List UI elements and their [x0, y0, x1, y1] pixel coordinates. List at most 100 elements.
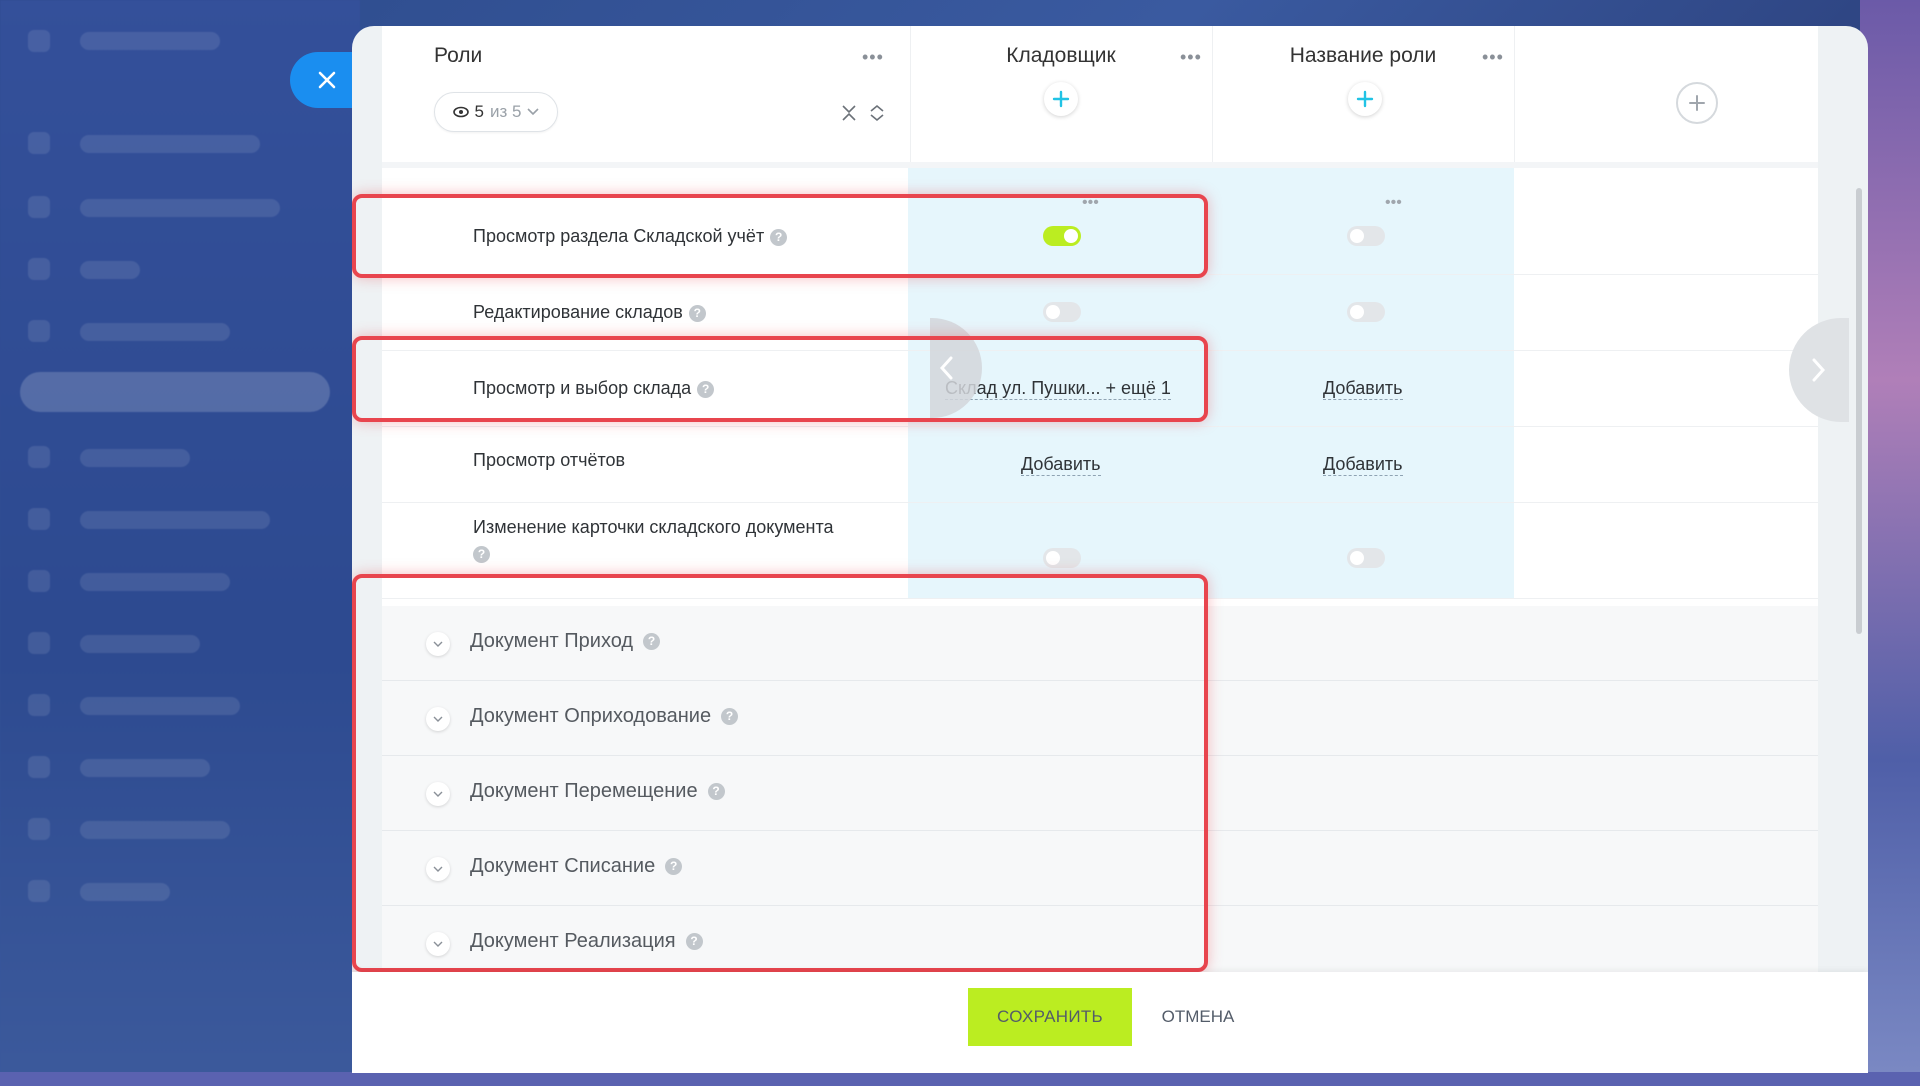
add-link[interactable]: Добавить [1323, 453, 1403, 476]
chevron-down-icon[interactable] [426, 857, 450, 881]
blurred-icon [28, 508, 50, 530]
role-column-header: Кладовщик ••• [910, 26, 1212, 162]
add-link[interactable]: Добавить [1021, 453, 1101, 476]
question-icon[interactable]: ? [697, 380, 715, 398]
question-icon[interactable]: ? [721, 708, 739, 726]
permission-toggle[interactable] [1043, 302, 1081, 322]
chevron-down-icon[interactable] [426, 632, 450, 656]
question-icon[interactable]: ? [688, 304, 706, 322]
permission-toggle[interactable] [1347, 226, 1385, 246]
plus-icon [1689, 95, 1705, 111]
permissions-table: Роли ••• 5 из 5 Кладовщик ••• Название р… [352, 26, 1849, 1073]
section-header[interactable]: Документ Списание? [382, 831, 1818, 906]
section-title: Документ Оприходование? [470, 705, 739, 728]
permission-label-text: Изменение карточки складского документа [473, 517, 834, 537]
chevron-down-icon[interactable] [426, 932, 450, 956]
add-link[interactable]: Добавить [1323, 377, 1403, 400]
permission-row: Изменение карточки складского документа? [382, 502, 1818, 599]
section-title-text: Документ Приход [470, 630, 634, 652]
blurred-text [80, 821, 230, 839]
column-divider [1514, 26, 1515, 162]
visible-roles-filter[interactable]: 5 из 5 [434, 92, 558, 132]
chevron-right-icon [1812, 358, 1826, 382]
section-title: Документ Приход? [470, 630, 661, 653]
blurred-text [80, 635, 200, 653]
blurred-icon [28, 880, 50, 902]
role-name: Кладовщик [1006, 44, 1116, 67]
permission-toggle[interactable] [1043, 226, 1081, 246]
blurred-icon [28, 632, 50, 654]
blurred-icon [28, 818, 50, 840]
permission-label: Редактирование складов? [473, 302, 706, 323]
role-column-header: Название роли ••• [1212, 26, 1514, 162]
add-role-button[interactable] [1676, 82, 1718, 124]
section-header[interactable]: Документ Реализация? [382, 906, 1818, 981]
cancel-button[interactable]: ОТМЕНА [1146, 988, 1250, 1046]
blurred-text [80, 449, 190, 467]
visible-of: из 5 [490, 102, 522, 121]
more-dots-icon[interactable]: ••• [1180, 48, 1202, 66]
permission-toggle[interactable] [1043, 548, 1081, 568]
plus-icon [1052, 90, 1070, 108]
section-header[interactable]: Документ Оприходование? [382, 681, 1818, 756]
question-icon[interactable]: ? [707, 783, 725, 801]
expand-icon[interactable] [868, 104, 886, 122]
section-title: Документ Списание? [470, 855, 683, 878]
chevron-down-icon[interactable] [426, 707, 450, 731]
permission-label-text: Просмотр и выбор склада [473, 378, 692, 398]
close-icon [318, 71, 336, 89]
blurred-active-item [20, 372, 330, 412]
collapse-icon[interactable] [840, 104, 858, 122]
blurred-text [80, 261, 140, 279]
permission-label: Просмотр раздела Складской учёт? [473, 226, 788, 247]
permission-label: Изменение карточки складского документа? [473, 514, 893, 566]
save-button[interactable]: СОХРАНИТЬ [968, 988, 1132, 1046]
close-button[interactable] [290, 52, 360, 108]
question-icon[interactable]: ? [643, 633, 661, 651]
table-header: Роли ••• 5 из 5 Кладовщик ••• Название р… [382, 26, 1818, 162]
question-icon[interactable]: ? [685, 933, 703, 951]
section-header[interactable]: Документ Перемещение? [382, 756, 1818, 831]
blurred-icon [28, 196, 50, 218]
blurred-icon [28, 320, 50, 342]
permission-row: Просмотр раздела Складской учёт? [382, 198, 1818, 275]
footer-bar: СОХРАНИТЬ ОТМЕНА [352, 972, 1868, 1073]
section-title-text: Документ Списание [470, 855, 656, 877]
permission-label: Просмотр отчётов [473, 450, 625, 471]
section-header[interactable]: Документ Приход? [382, 606, 1818, 681]
blurred-icon [28, 258, 50, 280]
visible-count: 5 [474, 102, 484, 121]
question-icon[interactable]: ? [473, 545, 490, 563]
more-dots-icon[interactable]: ••• [1482, 48, 1504, 66]
section-title-text: Документ Перемещение [470, 780, 698, 802]
question-icon[interactable]: ? [770, 228, 788, 246]
section-title: Документ Перемещение? [470, 780, 725, 803]
permission-row: Редактирование складов? [382, 274, 1818, 351]
chevron-down-icon[interactable] [426, 782, 450, 806]
blurred-text [80, 511, 270, 529]
permission-row: Просмотр отчётов Добавить Добавить [382, 426, 1818, 503]
vertical-scrollbar[interactable] [1856, 188, 1862, 634]
role-name: Название роли [1289, 44, 1437, 67]
blurred-text [80, 135, 260, 153]
blurred-text [80, 573, 230, 591]
question-icon[interactable]: ? [665, 858, 683, 876]
blurred-text [80, 759, 210, 777]
blurred-icon [28, 756, 50, 778]
chevron-down-icon [527, 108, 540, 116]
blurred-text [80, 323, 230, 341]
blurred-icon [28, 694, 50, 716]
chevron-left-icon [939, 356, 953, 380]
add-permission-button[interactable] [1044, 82, 1078, 116]
permission-toggle[interactable] [1347, 302, 1385, 322]
permission-label: Просмотр и выбор склада? [473, 378, 715, 399]
blurred-text [80, 199, 280, 217]
background-right-edge [1860, 0, 1920, 1086]
section-title-text: Документ Реализация [470, 930, 676, 952]
blurred-text [80, 883, 170, 901]
blurred-icon [28, 446, 50, 468]
permission-toggle[interactable] [1347, 548, 1385, 568]
roles-title: Роли [434, 44, 483, 67]
add-permission-button[interactable] [1348, 82, 1382, 116]
more-dots-icon[interactable]: ••• [862, 48, 884, 66]
